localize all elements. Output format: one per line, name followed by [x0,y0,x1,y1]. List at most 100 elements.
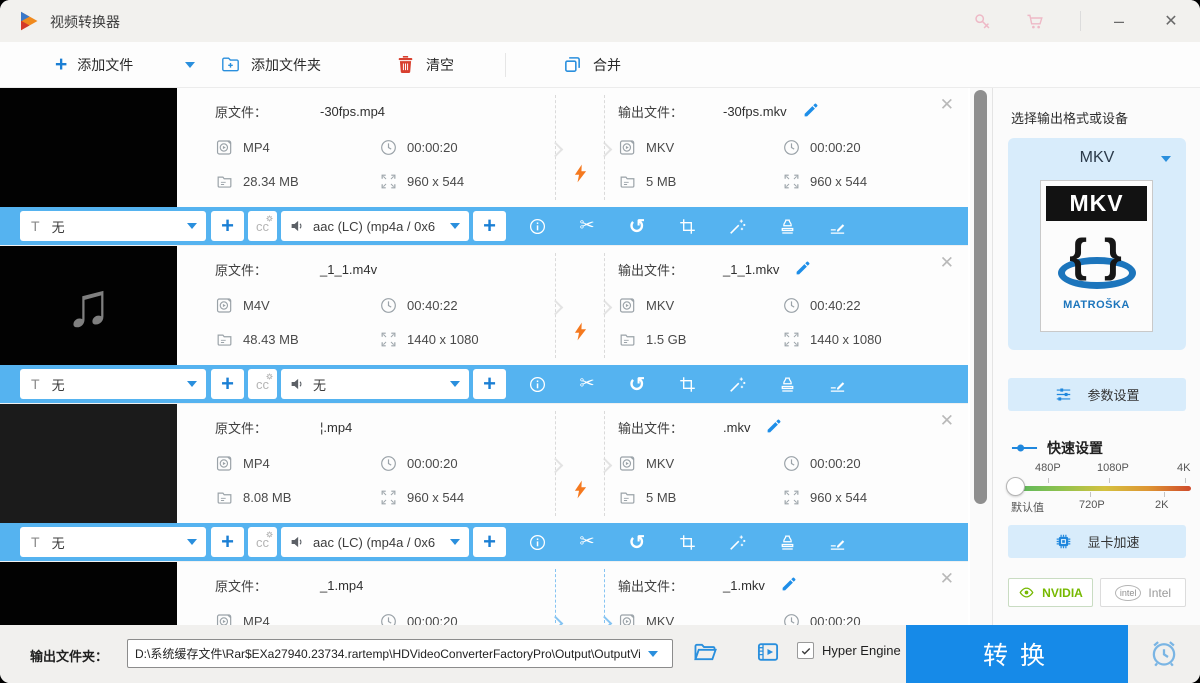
add-subtitle-button[interactable]: + [211,369,244,399]
info-button[interactable] [512,523,562,561]
slider-handle[interactable] [1006,477,1025,496]
conversion-arrow [545,562,618,625]
alarm-clock-icon [1148,637,1180,669]
file-size-icon [618,172,637,191]
video-thumbnail[interactable] [0,404,177,523]
chevron-down-icon [450,539,460,545]
open-output-media-button[interactable] [752,638,784,669]
rename-output-button[interactable] [764,417,784,437]
remove-file-button[interactable]: ✕ [938,93,956,117]
add-file-button[interactable]: + 添加文件 [55,42,133,87]
cut-button[interactable]: ✂ [562,365,612,403]
edit-button[interactable] [812,523,862,561]
chevron-down-icon[interactable] [648,651,658,657]
matroska-braces-icon: { } [1041,221,1152,297]
effects-button[interactable] [712,523,762,561]
output-duration: 00:00:20 [782,138,946,157]
file-row[interactable]: 原文件：¦.mp4 MP4 00:00:20 8.08 MB 960 x 544 [0,403,968,523]
file-row[interactable]: 原文件：-30fps.mp4 MP4 00:00:20 28.34 MB 960… [0,88,968,207]
add-audio-button[interactable]: + [473,211,506,241]
video-thumbnail[interactable] [0,88,177,207]
intel-acceleration-badge[interactable]: intel Intel [1100,578,1186,607]
audio-track-select[interactable]: aac (LC) (mp4a / 0x6 [281,211,469,241]
parameter-settings-button[interactable]: 参数设置 [1008,378,1186,411]
crop-button[interactable] [662,523,712,561]
crop-button[interactable] [662,207,712,245]
checkbox-checked[interactable] [797,642,814,659]
rotate-button[interactable]: ↺ [612,207,662,245]
output-size: 5 MB [618,488,782,507]
resolution-slider[interactable]: 480P 1080P 4K 默认值 720P 2K [1009,462,1193,522]
scrollbar-thumb[interactable] [974,90,987,504]
close-button[interactable]: ✕ [1158,9,1184,33]
file-row[interactable]: ♫ 原文件：_1_1.m4v M4V 00:40:22 48.43 MB 144… [0,245,968,365]
source-format: MP4 [215,612,379,626]
subtitle-select[interactable]: T无 [20,211,206,241]
nvidia-logo-icon [1018,584,1035,601]
add-audio-button[interactable]: + [473,527,506,557]
output-folder-input[interactable] [127,639,673,668]
slider-label-480p: 480P [1035,462,1061,474]
rename-output-button[interactable] [793,259,813,279]
subtitle-select[interactable]: T无 [20,369,206,399]
crop-button[interactable] [662,365,712,403]
effects-button[interactable] [712,207,762,245]
convert-button[interactable]: 转换 [906,625,1128,683]
gear-icon [265,372,274,381]
add-audio-button[interactable]: + [473,369,506,399]
purchase-cart-button[interactable] [1022,9,1048,33]
audio-track-select[interactable]: 无 [281,369,469,399]
cut-button[interactable]: ✂ [562,523,612,561]
remove-file-button[interactable]: ✕ [938,251,956,275]
gpu-acceleration-button[interactable]: 显卡加速 [1008,525,1186,558]
slider-label-2k: 2K [1155,499,1168,511]
audio-track-select[interactable]: aac (LC) (mp4a / 0x6 [281,527,469,557]
remove-file-button[interactable]: ✕ [938,409,956,433]
merge-button[interactable]: 合并 [562,42,621,87]
audio-thumbnail[interactable]: ♫ [0,246,177,365]
remove-file-button[interactable]: ✕ [938,567,956,591]
slider-label-720p: 720P [1079,499,1105,511]
edit-button[interactable] [812,207,862,245]
watermark-button[interactable] [762,523,812,561]
clock-icon [782,612,801,626]
gear-icon [265,214,274,223]
watermark-button[interactable] [762,207,812,245]
cut-button[interactable]: ✂ [562,207,612,245]
file-row[interactable]: 原文件：_1.mp4 MP4 00:00:20 输出文件：_1.mkv [0,561,968,625]
watermark-button[interactable] [762,365,812,403]
slider-track[interactable] [1018,486,1191,491]
cc-subtitle-button[interactable]: cc [248,527,277,557]
source-file-name: ¦.mp4 [320,420,352,435]
cc-subtitle-button[interactable]: cc [248,211,277,241]
rename-output-button[interactable] [779,575,799,595]
video-thumbnail[interactable] [0,562,177,625]
minimize-button[interactable]: – [1106,9,1132,33]
clear-list-button[interactable]: 清空 [395,42,454,87]
list-scrollbar[interactable] [970,88,992,625]
add-folder-button[interactable]: 添加文件夹 [220,42,321,87]
output-file-label: 输出文件： [618,102,723,121]
crop-icon [678,375,697,394]
chevron-down-icon[interactable] [1161,156,1171,162]
subtitle-select[interactable]: T无 [20,527,206,557]
info-button[interactable] [512,365,562,403]
rotate-button[interactable]: ↺ [612,365,662,403]
add-subtitle-button[interactable]: + [211,211,244,241]
mkv-format-logo[interactable]: MKV { } MATROŠKA [1040,180,1153,332]
register-key-button[interactable] [969,9,995,33]
cc-subtitle-button[interactable]: cc [248,369,277,399]
add-file-dropdown[interactable] [185,42,195,87]
schedule-timer-button[interactable] [1146,636,1182,672]
effects-button[interactable] [712,365,762,403]
subtitle-t-icon: T [31,376,40,392]
hyper-engine-toggle[interactable]: Hyper Engine [797,642,901,659]
info-button[interactable] [512,207,562,245]
rotate-button[interactable]: ↺ [612,523,662,561]
browse-folder-button[interactable] [689,638,721,669]
rename-output-button[interactable] [801,101,821,121]
format-panel[interactable]: MKV MKV { } MATROŠKA [1008,138,1186,350]
add-subtitle-button[interactable]: + [211,527,244,557]
nvidia-acceleration-badge[interactable]: NVIDIA [1008,578,1093,607]
edit-button[interactable] [812,365,862,403]
